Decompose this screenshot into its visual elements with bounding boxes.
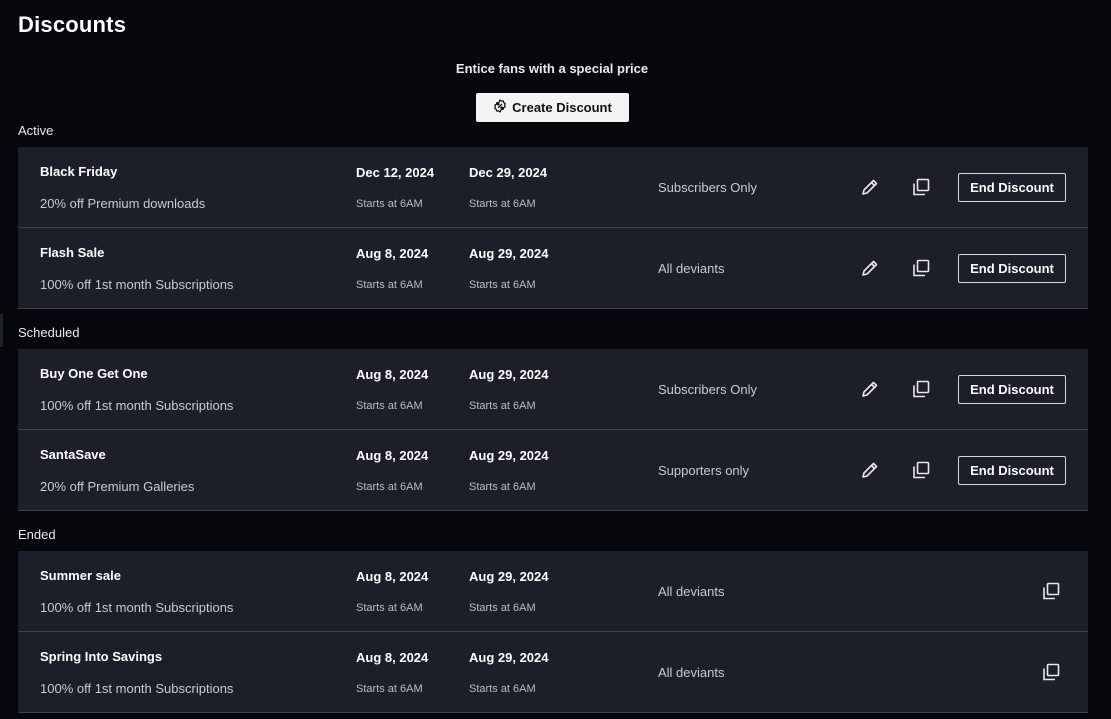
create-discount-label: Create Discount: [512, 100, 612, 115]
end-time: Starts at 6AM: [469, 198, 536, 210]
discount-row: Spring Into Savings 100% off 1st month S…: [18, 632, 1088, 713]
discount-description: 20% off Premium downloads: [40, 196, 206, 211]
discount-row: Flash Sale 100% off 1st month Subscripti…: [18, 228, 1088, 309]
discount-description: 100% off 1st month Subscriptions: [40, 681, 234, 696]
edit-button[interactable]: [859, 176, 881, 198]
end-date: Aug 29, 2024: [469, 569, 549, 584]
duplicate-icon: [913, 461, 930, 479]
start-time: Starts at 6AM: [356, 198, 423, 210]
duplicate-icon: [913, 380, 930, 398]
edit-button[interactable]: [859, 459, 881, 481]
end-discount-button[interactable]: End Discount: [958, 254, 1066, 283]
end-date: Aug 29, 2024: [469, 650, 549, 665]
edit-button[interactable]: [859, 257, 881, 279]
left-edge-accent: [0, 314, 3, 347]
start-time: Starts at 6AM: [356, 683, 423, 695]
end-discount-button[interactable]: End Discount: [958, 173, 1066, 202]
page-subtitle: Entice fans with a special price: [455, 61, 649, 76]
start-date: Aug 8, 2024: [356, 650, 429, 665]
duplicate-button[interactable]: [910, 378, 932, 400]
duplicate-button[interactable]: [910, 459, 932, 481]
duplicate-button[interactable]: [1040, 580, 1062, 602]
discount-row: Summer sale 100% off 1st month Subscript…: [18, 551, 1088, 632]
section-label-active: Active: [18, 123, 54, 138]
start-time: Starts at 6AM: [356, 481, 423, 493]
end-time: Starts at 6AM: [469, 400, 536, 412]
discount-name: SantaSave: [40, 447, 106, 462]
duplicate-icon: [913, 178, 930, 196]
section-label-scheduled: Scheduled: [18, 325, 80, 340]
discounts-page: Discounts Entice fans with a special pri…: [0, 0, 1111, 719]
discount-row: SantaSave 20% off Premium Galleries Aug …: [18, 430, 1088, 511]
end-date: Dec 29, 2024: [469, 165, 548, 180]
start-date: Aug 8, 2024: [356, 367, 429, 382]
pencil-icon: [862, 179, 878, 195]
start-time: Starts at 6AM: [356, 602, 423, 614]
duplicate-icon: [1043, 663, 1060, 681]
start-date: Aug 8, 2024: [356, 569, 429, 584]
duplicate-icon: [1043, 582, 1060, 600]
discount-row: Black Friday 20% off Premium downloads D…: [18, 147, 1088, 228]
discount-name: Buy One Get One: [40, 366, 148, 381]
create-discount-button[interactable]: Create Discount: [476, 93, 629, 122]
duplicate-button[interactable]: [910, 176, 932, 198]
end-time: Starts at 6AM: [469, 279, 536, 291]
start-date: Aug 8, 2024: [356, 448, 429, 463]
start-time: Starts at 6AM: [356, 400, 423, 412]
end-discount-button[interactable]: End Discount: [958, 456, 1066, 485]
start-time: Starts at 6AM: [356, 279, 423, 291]
edit-button[interactable]: [859, 378, 881, 400]
page-title: Discounts: [18, 12, 127, 37]
end-date: Aug 29, 2024: [469, 367, 549, 382]
end-discount-button[interactable]: End Discount: [958, 375, 1066, 404]
start-date: Dec 12, 2024: [356, 165, 435, 180]
pencil-icon: [862, 462, 878, 478]
end-time: Starts at 6AM: [469, 683, 536, 695]
discount-badge-icon: [493, 99, 507, 116]
end-time: Starts at 6AM: [469, 602, 536, 614]
audience: Subscribers Only: [658, 382, 757, 397]
discount-row: Buy One Get One 100% off 1st month Subsc…: [18, 349, 1088, 430]
audience: All deviants: [658, 665, 725, 680]
discount-name: Spring Into Savings: [40, 649, 163, 664]
start-date: Aug 8, 2024: [356, 246, 429, 261]
pencil-icon: [862, 381, 878, 397]
end-date: Aug 29, 2024: [469, 246, 549, 261]
end-time: Starts at 6AM: [469, 481, 536, 493]
duplicate-button[interactable]: [1040, 661, 1062, 683]
audience: Supporters only: [658, 463, 750, 478]
discount-description: 100% off 1st month Subscriptions: [40, 600, 234, 615]
audience: Subscribers Only: [658, 180, 757, 195]
discount-name: Black Friday: [40, 164, 118, 179]
end-date: Aug 29, 2024: [469, 448, 549, 463]
discount-description: 100% off 1st month Subscriptions: [40, 277, 234, 292]
duplicate-icon: [913, 259, 930, 277]
audience: All deviants: [658, 261, 725, 276]
discount-name: Flash Sale: [40, 245, 105, 260]
discount-name: Summer sale: [40, 568, 121, 583]
audience: All deviants: [658, 584, 725, 599]
discount-description: 20% off Premium Galleries: [40, 479, 195, 494]
duplicate-button[interactable]: [910, 257, 932, 279]
pencil-icon: [862, 260, 878, 276]
section-label-ended: Ended: [18, 527, 56, 542]
discount-description: 100% off 1st month Subscriptions: [40, 398, 234, 413]
